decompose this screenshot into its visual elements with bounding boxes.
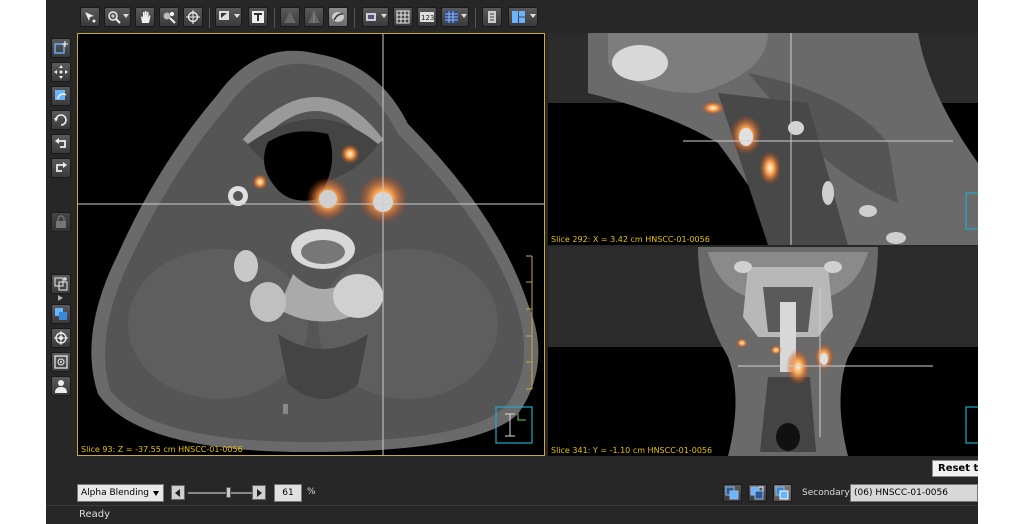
arrow-left-icon (175, 489, 180, 497)
svg-text:123: 123 (421, 14, 434, 22)
rotate-image-icon[interactable] (51, 86, 71, 106)
chevron-down-icon (153, 491, 159, 496)
sagittal-image[interactable] (548, 33, 978, 245)
opacity-increase-button[interactable] (252, 485, 266, 500)
fusion-controls: Alpha Blending 61 % Secondary (06) HNSCC… (46, 482, 978, 504)
status-bar: Ready (46, 505, 978, 524)
lock-icon[interactable] (51, 212, 71, 232)
coronal-view[interactable]: Slice 341: Y = -1.10 cm HNSCC-01-0056 (548, 247, 978, 456)
move-icon[interactable] (51, 62, 71, 82)
axial-slice-caption: Slice 93: Z = -37.55 cm HNSCC-01-0056 (81, 445, 243, 454)
arrow-right-icon (257, 489, 262, 497)
view-footer: Reset to (46, 458, 978, 480)
viewer-window: 123 Slice 93: Z = -37.55 cm HNSCC-01-005… (46, 0, 978, 524)
opacity-slider-handle[interactable] (225, 487, 231, 498)
opacity-input[interactable]: 61 (274, 484, 302, 502)
screenshot-icon[interactable] (362, 7, 389, 27)
axial-image[interactable] (78, 34, 544, 455)
crosshair-center-icon[interactable] (51, 352, 71, 372)
zoom-icon[interactable] (104, 7, 131, 27)
fusion-primary-icon[interactable] (723, 484, 742, 502)
colormap-icon[interactable] (441, 7, 469, 27)
opacity-slider[interactable] (188, 492, 254, 494)
opacity-decrease-button[interactable] (171, 485, 185, 500)
coronal-orientation-marker-icon (965, 406, 978, 444)
axial-view[interactable]: Slice 93: Z = -37.55 cm HNSCC-01-0056 (77, 33, 545, 456)
blend-mode-value: Alpha Blending (81, 488, 149, 498)
sagittal-slice-caption: Slice 292: X = 3.42 cm HNSCC-01-0056 (551, 235, 710, 244)
main-toolbar: 123 (78, 4, 978, 30)
side-toolbar (51, 36, 73, 416)
text-icon[interactable] (248, 7, 268, 27)
add-roi-icon[interactable] (51, 38, 71, 58)
blend-mode-select[interactable]: Alpha Blending (77, 484, 164, 502)
numbers-icon[interactable]: 123 (417, 7, 437, 27)
crosshair-icon[interactable] (183, 7, 203, 27)
pointer-icon[interactable] (80, 7, 100, 27)
layout-icon[interactable] (508, 7, 538, 27)
grid-icon[interactable] (393, 7, 413, 27)
reset-icon[interactable] (51, 110, 71, 130)
contour-icon[interactable] (328, 7, 348, 27)
sagittal-view[interactable]: Slice 292: X = 3.42 cm HNSCC-01-0056 (548, 33, 978, 245)
secondary-series-field[interactable]: (06) HNSCC-01-0056 (850, 484, 978, 502)
target-icon[interactable] (51, 328, 71, 348)
expand-arrow-icon[interactable] (58, 295, 63, 301)
volume-render-icon[interactable] (280, 7, 300, 27)
fusion-secondary-icon[interactable] (773, 484, 792, 502)
fusion-blend-icon[interactable] (748, 484, 767, 502)
undo-icon[interactable] (51, 134, 71, 154)
series-icon[interactable] (482, 7, 502, 27)
coronal-image[interactable] (548, 247, 978, 456)
redo-icon[interactable] (51, 158, 71, 178)
secondary-label: Secondary (802, 488, 850, 498)
patient-icon[interactable] (51, 376, 71, 396)
reset-button[interactable]: Reset to (932, 460, 978, 477)
status-text: Ready (79, 509, 111, 520)
pan-hand-icon[interactable] (135, 7, 155, 27)
percent-label: % (307, 487, 316, 497)
mip-icon[interactable] (304, 7, 324, 27)
overlay-icon[interactable] (51, 274, 71, 294)
sync-icon[interactable] (51, 304, 71, 324)
window-level-icon[interactable] (159, 7, 179, 27)
coronal-slice-caption: Slice 341: Y = -1.10 cm HNSCC-01-0056 (551, 446, 713, 455)
annotate-icon[interactable] (215, 7, 242, 27)
